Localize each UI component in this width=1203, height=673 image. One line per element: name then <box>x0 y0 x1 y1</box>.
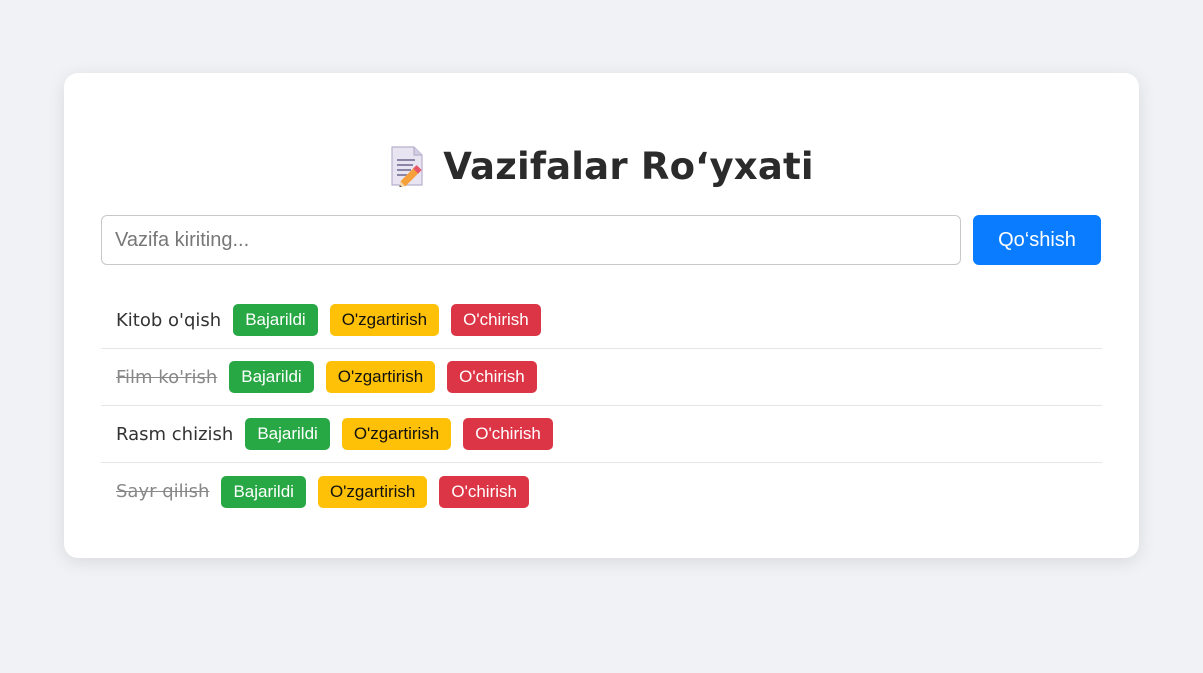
delete-button[interactable]: O'chirish <box>439 475 529 508</box>
edit-button[interactable]: O'zgartirish <box>325 361 436 393</box>
mark-done-button[interactable]: Bajarildi <box>229 361 314 393</box>
task-item: Rasm chizish Bajarildi O'zgartirish O'ch… <box>101 406 1102 463</box>
task-input[interactable] <box>101 215 961 265</box>
task-text: Kitob o'qish <box>116 309 222 331</box>
task-list: Kitob o'qish Bajarildi O'zgartirish O'ch… <box>101 292 1102 520</box>
task-text: Sayr qilish <box>116 481 210 502</box>
edit-button[interactable]: O'zgartirish <box>341 418 452 450</box>
memo-icon <box>389 145 425 188</box>
add-task-form: Qo‘shish <box>101 215 1102 265</box>
edit-button[interactable]: O'zgartirish <box>317 475 428 508</box>
task-item: Kitob o'qish Bajarildi O'zgartirish O'ch… <box>101 292 1102 349</box>
task-item: Sayr qilish Bajarildi O'zgartirish O'chi… <box>101 463 1102 520</box>
todo-card: Vazifalar Ro‘yxati Qo‘shish Kitob o'qish… <box>64 73 1139 558</box>
delete-button[interactable]: O'chirish <box>451 304 541 336</box>
task-text: Rasm chizish <box>116 423 234 445</box>
delete-button[interactable]: O'chirish <box>447 361 537 393</box>
task-text: Film ko'rish <box>116 366 218 388</box>
mark-done-button[interactable]: Bajarildi <box>221 475 306 508</box>
edit-button[interactable]: O'zgartirish <box>329 304 440 336</box>
mark-done-button[interactable]: Bajarildi <box>233 304 318 336</box>
page-title: Vazifalar Ro‘yxati <box>443 144 814 188</box>
delete-button[interactable]: O'chirish <box>463 418 553 450</box>
header: Vazifalar Ro‘yxati <box>101 143 1102 189</box>
task-item: Film ko'rish Bajarildi O'zgartirish O'ch… <box>101 349 1102 406</box>
mark-done-button[interactable]: Bajarildi <box>245 418 330 450</box>
add-task-button[interactable]: Qo‘shish <box>973 215 1101 265</box>
